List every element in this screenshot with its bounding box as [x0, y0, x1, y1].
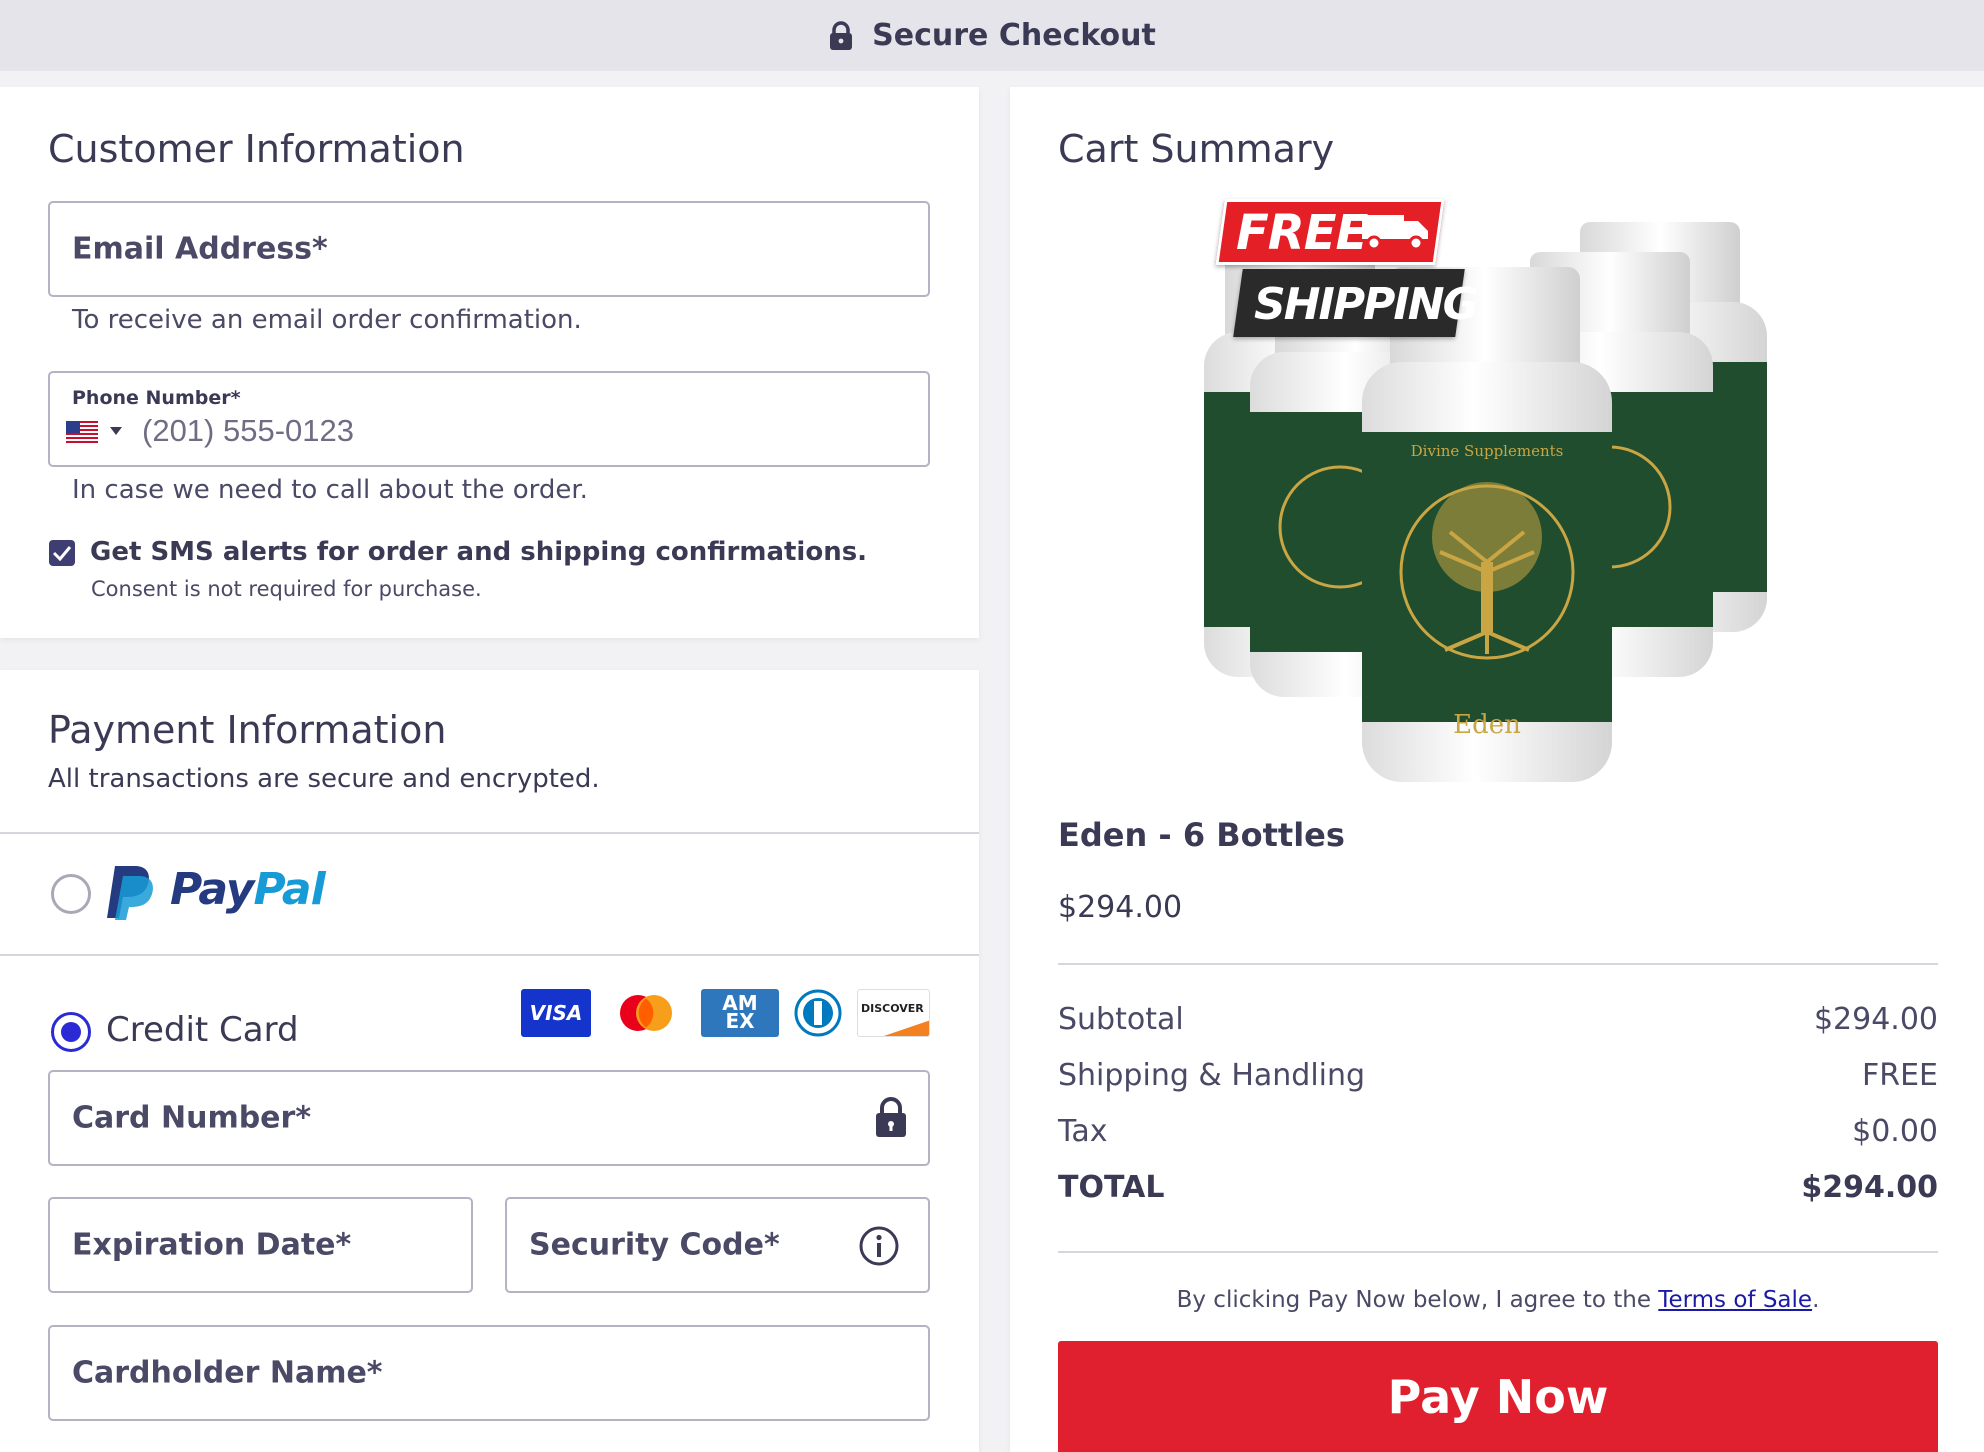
terms-of-sale-link[interactable]: Terms of Sale — [1658, 1287, 1812, 1313]
product-price: $294.00 — [1058, 890, 1183, 925]
payment-information-section: Payment Information All transactions are… — [0, 670, 979, 1452]
us-flag-icon[interactable] — [66, 421, 98, 443]
divider — [1058, 963, 1938, 965]
card-number-field[interactable]: Card Number* — [48, 1070, 930, 1166]
cardholder-name-label: Cardholder Name* — [72, 1355, 383, 1391]
shipping-label: Shipping & Handling — [1058, 1058, 1366, 1093]
credit-card-label[interactable]: Credit Card — [106, 1010, 299, 1050]
info-icon[interactable] — [858, 1225, 900, 1267]
phone-helper-text: In case we need to call about the order. — [72, 475, 588, 505]
expiration-date-label: Expiration Date* — [72, 1227, 352, 1263]
paypal-wordmark: PayPal — [170, 864, 326, 915]
expiration-date-field[interactable]: Expiration Date* — [48, 1197, 473, 1293]
total-value: $294.00 — [1801, 1170, 1938, 1205]
phone-field-label: Phone Number* — [72, 387, 241, 409]
product-name: Eden - 6 Bottles — [1058, 816, 1345, 854]
cardholder-name-field[interactable]: Cardholder Name* — [48, 1325, 930, 1421]
card-number-label: Card Number* — [72, 1100, 312, 1136]
email-helper-text: To receive an email order confirmation. — [72, 305, 582, 335]
consent-note: Consent is not required for purchase. — [91, 577, 482, 601]
bottle-brand-text: Divine Supplements — [1410, 442, 1564, 460]
cart-summary-section: Cart Summary Divine Supplements Eden FRE… — [1010, 87, 1984, 1452]
product-image: Divine Supplements Eden FREE SHIPPING — [1190, 199, 1810, 842]
discover-logo-icon: DISCOVER — [857, 989, 930, 1037]
free-shipping-badge: FREE SHIPPING — [1215, 199, 1479, 349]
paypal-logo-icon — [107, 866, 153, 920]
badge-free-text: FREE — [1236, 205, 1368, 261]
diners-club-logo-icon — [793, 989, 843, 1037]
credit-card-radio[interactable] — [51, 1012, 91, 1052]
phone-field[interactable]: Phone Number* — [48, 371, 930, 467]
pay-now-button[interactable]: Pay Now — [1058, 1341, 1938, 1452]
tax-label: Tax — [1058, 1114, 1108, 1149]
email-field-label: Email Address* — [72, 231, 328, 267]
country-dropdown-chevron-icon[interactable] — [110, 427, 122, 435]
customer-information-heading: Customer Information — [48, 127, 465, 171]
cart-summary-heading: Cart Summary — [1058, 127, 1335, 171]
subtotal-value: $294.00 — [1813, 1002, 1938, 1037]
truck-icon — [1362, 215, 1428, 251]
subtotal-label: Subtotal — [1058, 1002, 1184, 1037]
divider — [1058, 1251, 1938, 1253]
sms-alerts-label[interactable]: Get SMS alerts for order and shipping co… — [90, 537, 867, 567]
lock-icon — [876, 1097, 906, 1137]
secure-checkout-header: Secure Checkout — [0, 0, 1984, 71]
amex-logo-icon: AM EX — [701, 989, 779, 1037]
security-code-label: Security Code* — [529, 1227, 780, 1263]
bottle-name-text: Eden — [1453, 710, 1521, 740]
security-code-field[interactable]: Security Code* — [505, 1197, 930, 1293]
customer-information-section: Customer Information Email Address* To r… — [0, 87, 979, 638]
payment-information-heading: Payment Information — [48, 708, 447, 752]
lock-icon — [830, 20, 853, 50]
badge-shipping-text: SHIPPING — [1254, 279, 1479, 330]
mastercard-logo-icon — [611, 989, 681, 1037]
total-label: TOTAL — [1058, 1170, 1165, 1205]
paypal-radio[interactable] — [51, 874, 91, 914]
terms-notice: By clicking Pay Now below, I agree to th… — [1176, 1287, 1820, 1313]
header-title: Secure Checkout — [872, 18, 1156, 53]
checkmark-icon — [52, 546, 72, 561]
visa-logo-icon: VISA — [521, 989, 591, 1037]
shipping-value: FREE — [1861, 1058, 1938, 1093]
email-field[interactable]: Email Address* — [48, 201, 930, 297]
paypal-option[interactable]: PayPal — [0, 834, 979, 952]
payment-secure-note: All transactions are secure and encrypte… — [48, 764, 600, 794]
tax-value: $0.00 — [1852, 1114, 1938, 1149]
sms-alerts-checkbox[interactable] — [49, 540, 75, 566]
divider — [0, 954, 979, 956]
phone-input[interactable] — [142, 411, 642, 451]
